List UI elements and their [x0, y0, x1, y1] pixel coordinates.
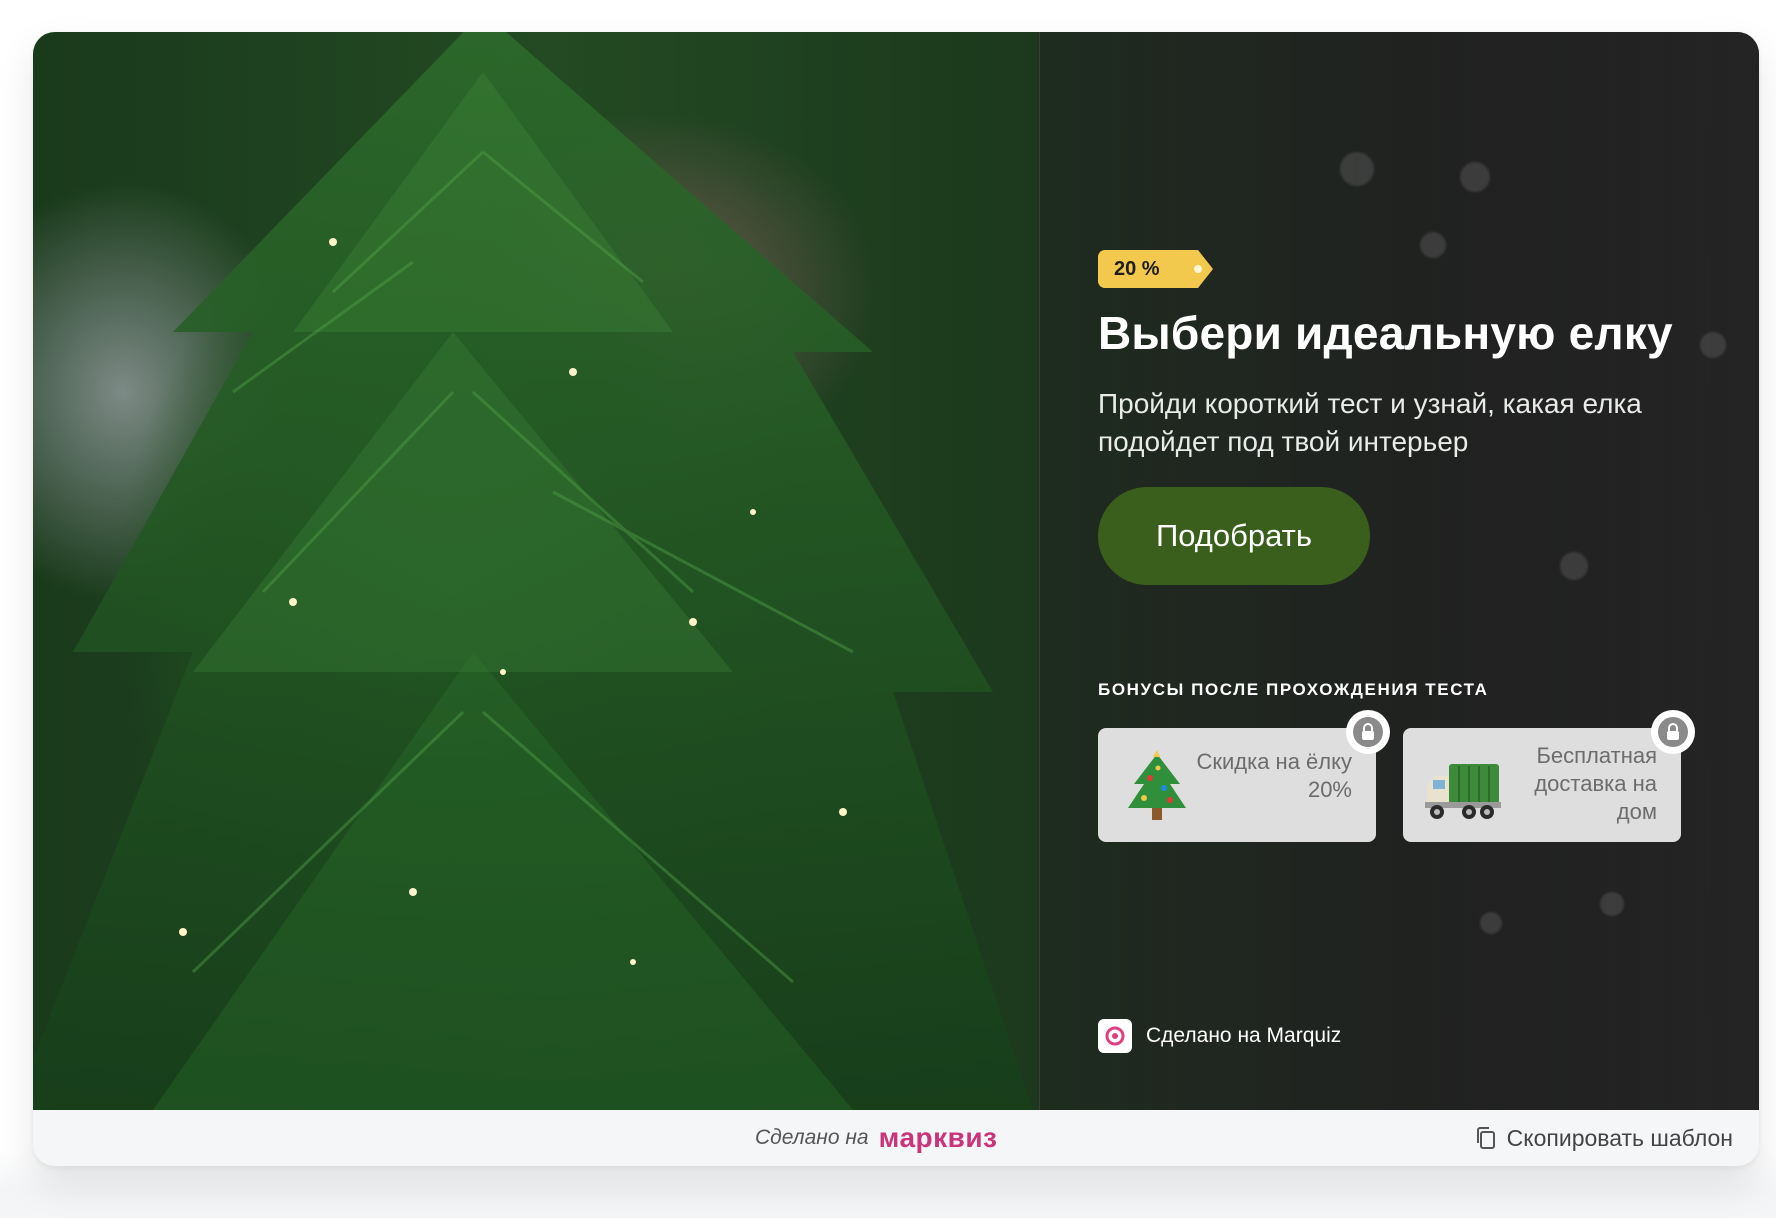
- page-subtitle: Пройди короткий тест и узнай, какая елка…: [1098, 388, 1642, 457]
- bonus-lock: [1346, 710, 1390, 754]
- copy-template-button[interactable]: Скопировать шаблон: [1475, 1120, 1733, 1156]
- bonus-lock: [1651, 710, 1695, 754]
- discount-badge: 20 %: [1098, 250, 1213, 288]
- discount-badge-label: 20 %: [1114, 258, 1160, 280]
- copy-template-label: Скопировать шаблон: [1506, 1124, 1733, 1151]
- page-title: Выбери идеальную елку: [1098, 307, 1673, 359]
- bonuses-heading: БОНУСЫ ПОСЛЕ ПРОХОЖДЕНИЯ ТЕСТА: [1098, 680, 1489, 699]
- made-on-marquiz-text: Сделано на Marquiz: [1146, 1024, 1342, 1047]
- made-on-marquiz-link[interactable]: Сделано на Marquiz: [1098, 1018, 1341, 1054]
- tree-background-image: [33, 32, 1033, 1110]
- bonus-card-delivery: Бесплатная доставка на дом: [1403, 710, 1695, 842]
- lock-icon: [1362, 723, 1374, 740]
- footer-made-on-link[interactable]: Сделано на марквиз: [755, 1122, 997, 1154]
- footer-made-on-text: Сделано на: [755, 1126, 869, 1149]
- copy-icon: [1476, 1127, 1495, 1149]
- marquiz-logo-icon: [1098, 1019, 1132, 1053]
- start-quiz-button[interactable]: Подобрать: [1098, 487, 1370, 585]
- christmas-tree-icon: [1128, 750, 1186, 820]
- badge-hole-icon: [1194, 265, 1202, 273]
- footer-brand-logo: марквиз: [878, 1122, 998, 1153]
- page: 20 % Выбери идеальную елку Пройди коротк…: [0, 0, 1776, 1218]
- quiz-card: 20 % Выбери идеальную елку Пройди коротк…: [33, 32, 1759, 1166]
- bonus-delivery-text: Бесплатная доставка на дом: [1534, 743, 1657, 824]
- hero-section: 20 % Выбери идеальную елку Пройди коротк…: [33, 32, 1759, 1110]
- lock-icon: [1667, 723, 1679, 740]
- footer-bar: Сделано на марквиз Скопировать шаблон: [33, 1110, 1759, 1166]
- bonus-discount-text: Скидка на ёлку 20%: [1196, 749, 1352, 802]
- delivery-truck-icon: [1425, 764, 1501, 819]
- bonus-card-discount: Скидка на ёлку 20%: [1098, 710, 1390, 842]
